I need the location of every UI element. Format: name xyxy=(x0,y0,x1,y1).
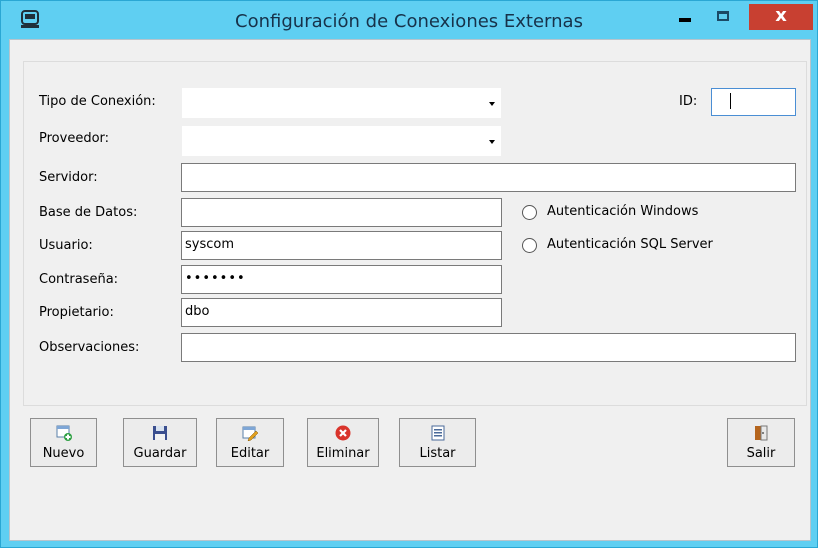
eliminar-label: Eliminar xyxy=(316,446,370,461)
editar-button[interactable]: Editar xyxy=(216,418,284,467)
guardar-button[interactable]: Guardar xyxy=(123,418,197,467)
usuario-input[interactable]: syscom xyxy=(181,231,502,260)
auth-sql-radio[interactable] xyxy=(522,238,537,253)
base-datos-input[interactable] xyxy=(181,198,502,227)
title-bar[interactable]: Configuración de Conexiones Externas x xyxy=(1,1,817,39)
salir-label: Salir xyxy=(746,446,776,461)
propietario-input[interactable]: dbo xyxy=(181,298,502,327)
usuario-label: Usuario: xyxy=(39,238,93,253)
floppy-disk-icon xyxy=(153,426,167,440)
listar-button[interactable]: Listar xyxy=(399,418,476,467)
auth-windows-label: Autenticación Windows xyxy=(547,204,699,219)
tipo-conexion-label: Tipo de Conexión: xyxy=(39,94,156,109)
close-button[interactable]: x xyxy=(749,4,813,30)
servidor-label: Servidor: xyxy=(39,170,98,185)
contrasena-label: Contraseña: xyxy=(39,272,119,287)
eliminar-button[interactable]: Eliminar xyxy=(307,418,379,467)
delete-icon xyxy=(335,425,351,441)
tipo-conexion-select[interactable] xyxy=(181,87,502,119)
nuevo-label: Nuevo xyxy=(42,446,85,461)
list-icon xyxy=(431,425,444,441)
servidor-input[interactable] xyxy=(181,163,796,192)
main-window: Configuración de Conexiones Externas x T… xyxy=(0,0,818,548)
observaciones-label: Observaciones: xyxy=(39,340,140,355)
proveedor-select[interactable] xyxy=(181,125,502,157)
auth-sql-label: Autenticación SQL Server xyxy=(547,237,713,252)
contrasena-input[interactable]: ••••••• xyxy=(181,265,502,294)
id-label: ID: xyxy=(679,94,698,109)
edit-icon xyxy=(242,426,258,441)
chevron-down-icon xyxy=(489,140,495,144)
nuevo-button[interactable]: Nuevo xyxy=(30,418,97,467)
chevron-down-icon xyxy=(489,102,495,106)
listar-label: Listar xyxy=(419,446,456,461)
propietario-label: Propietario: xyxy=(39,305,114,320)
proveedor-label: Proveedor: xyxy=(39,131,110,146)
observaciones-input[interactable] xyxy=(181,333,796,362)
salir-button[interactable]: Salir xyxy=(727,418,795,467)
close-icon: x xyxy=(775,5,787,26)
exit-door-icon xyxy=(755,425,768,441)
editar-label: Editar xyxy=(230,446,270,461)
guardar-label: Guardar xyxy=(133,446,187,461)
base-datos-label: Base de Datos: xyxy=(39,205,138,220)
new-document-icon xyxy=(56,425,72,441)
auth-windows-radio[interactable] xyxy=(522,205,537,220)
id-input[interactable] xyxy=(711,88,796,116)
minimize-button[interactable] xyxy=(667,4,703,30)
maximize-button[interactable] xyxy=(706,4,742,30)
text-caret xyxy=(730,93,731,109)
